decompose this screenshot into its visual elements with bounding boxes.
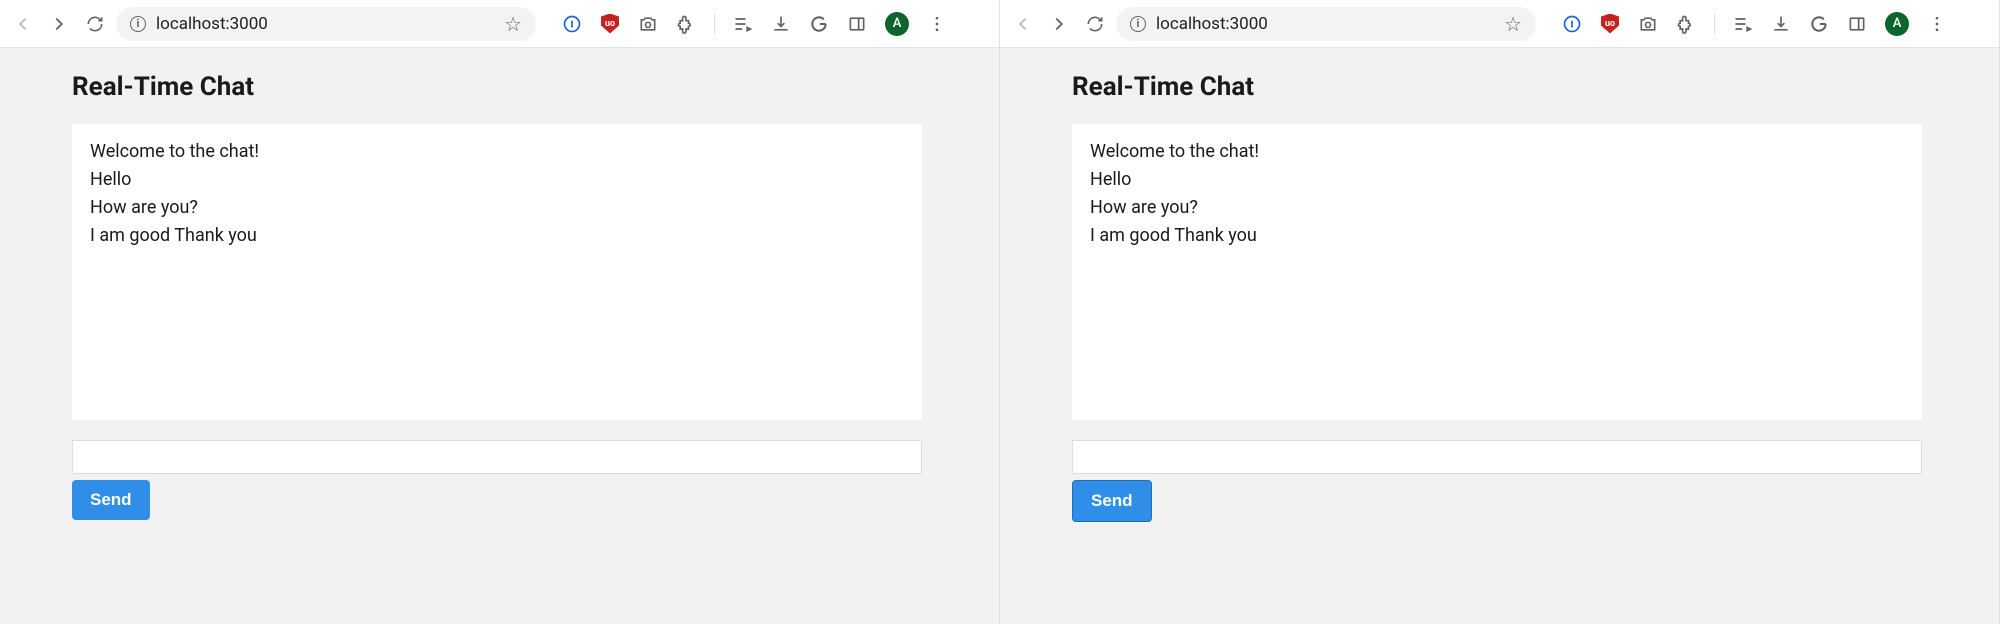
forward-button[interactable] xyxy=(1048,13,1070,35)
extensions-group: uo A xyxy=(1562,12,1947,36)
extensions-puzzle-icon[interactable] xyxy=(676,14,696,34)
chat-message: Hello xyxy=(90,166,904,194)
nav-group xyxy=(1012,13,1106,35)
chat-message: How are you? xyxy=(1090,194,1904,222)
url-text: localhost:3000 xyxy=(1156,14,1494,34)
download-icon[interactable] xyxy=(1771,14,1791,34)
download-icon[interactable] xyxy=(771,14,791,34)
camera-icon[interactable] xyxy=(638,14,658,34)
chat-messages-box: Welcome to the chat! Hello How are you? … xyxy=(72,124,922,420)
sidepanel-icon[interactable] xyxy=(847,14,867,34)
page-content: Real-Time Chat Welcome to the chat! Hell… xyxy=(1000,48,1999,624)
playlist-icon[interactable] xyxy=(1733,14,1753,34)
toolbar-divider xyxy=(1714,14,1715,34)
page-content: Real-Time Chat Welcome to the chat! Hell… xyxy=(0,48,999,624)
chat-message: Welcome to the chat! xyxy=(1090,138,1904,166)
chat-message: Hello xyxy=(1090,166,1904,194)
sidepanel-icon[interactable] xyxy=(1847,14,1867,34)
kebab-menu-icon[interactable] xyxy=(927,14,947,34)
bookmark-star-icon[interactable]: ☆ xyxy=(1504,12,1522,36)
chat-message: Welcome to the chat! xyxy=(90,138,904,166)
kebab-menu-icon[interactable] xyxy=(1927,14,1947,34)
send-button[interactable]: Send xyxy=(1072,480,1152,522)
chat-message: I am good Thank you xyxy=(90,222,904,250)
url-text: localhost:3000 xyxy=(156,14,494,34)
bookmark-star-icon[interactable]: ☆ xyxy=(504,12,522,36)
ublock-shield-icon[interactable]: uo xyxy=(600,14,620,34)
address-bar[interactable]: i localhost:3000 ☆ xyxy=(1116,7,1536,41)
browser-window-right: i localhost:3000 ☆ uo xyxy=(1000,0,2000,624)
extensions-puzzle-icon[interactable] xyxy=(1676,14,1696,34)
playlist-icon[interactable] xyxy=(733,14,753,34)
send-button[interactable]: Send xyxy=(72,480,150,520)
address-bar[interactable]: i localhost:3000 ☆ xyxy=(116,7,536,41)
onepassword-icon[interactable] xyxy=(1562,14,1582,34)
chat-message: I am good Thank you xyxy=(1090,222,1904,250)
forward-button[interactable] xyxy=(48,13,70,35)
chat-messages-box: Welcome to the chat! Hello How are you? … xyxy=(1072,124,1922,420)
reload-button[interactable] xyxy=(84,13,106,35)
profile-avatar[interactable]: A xyxy=(885,12,909,36)
profile-avatar[interactable]: A xyxy=(1885,12,1909,36)
back-button[interactable] xyxy=(1012,13,1034,35)
site-info-icon[interactable]: i xyxy=(1130,16,1146,32)
browser-toolbar: i localhost:3000 ☆ uo xyxy=(1000,0,1999,48)
toolbar-divider xyxy=(714,14,715,34)
camera-icon[interactable] xyxy=(1638,14,1658,34)
message-input[interactable] xyxy=(1072,440,1922,474)
message-input[interactable] xyxy=(72,440,922,474)
browser-toolbar: i localhost:3000 ☆ uo xyxy=(0,0,999,48)
google-g-icon[interactable] xyxy=(1809,14,1829,34)
google-g-icon[interactable] xyxy=(809,14,829,34)
site-info-icon[interactable]: i xyxy=(130,16,146,32)
page-title: Real-Time Chat xyxy=(72,72,927,102)
ublock-shield-icon[interactable]: uo xyxy=(1600,14,1620,34)
back-button[interactable] xyxy=(12,13,34,35)
page-title: Real-Time Chat xyxy=(1072,72,1927,102)
onepassword-icon[interactable] xyxy=(562,14,582,34)
nav-group xyxy=(12,13,106,35)
browser-window-left: i localhost:3000 ☆ uo xyxy=(0,0,1000,624)
chat-message: How are you? xyxy=(90,194,904,222)
extensions-group: uo A xyxy=(562,12,947,36)
reload-button[interactable] xyxy=(1084,13,1106,35)
